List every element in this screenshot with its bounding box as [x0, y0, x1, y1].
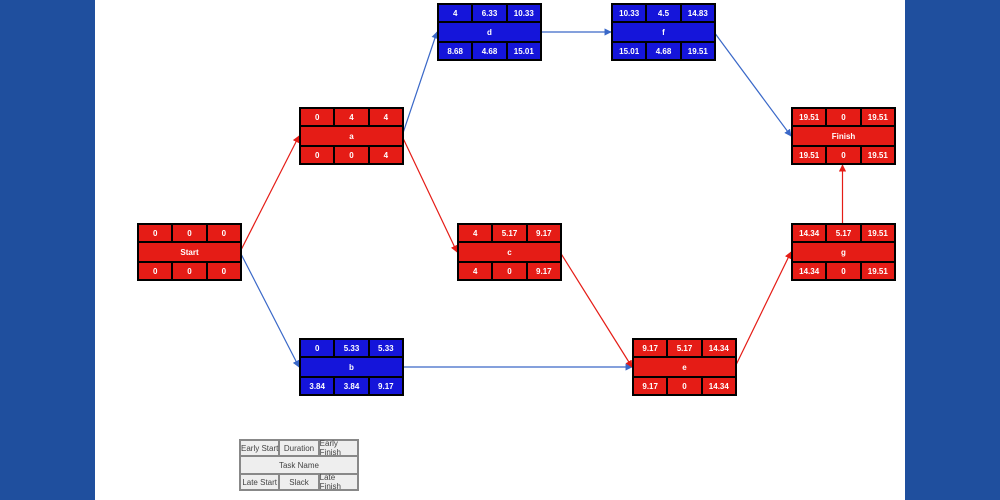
ls: 3.84 [300, 377, 334, 395]
node-b: 05.335.33b3.843.849.17 [299, 338, 404, 396]
lf: 9.17 [369, 377, 403, 395]
dur: 0 [826, 108, 860, 126]
ls: 15.01 [612, 42, 646, 60]
slack: 0 [826, 262, 860, 280]
dur: 6.33 [472, 4, 506, 22]
diagram-canvas: Early Start Duration Early Finish Task N… [0, 0, 1000, 500]
es: 0 [300, 339, 334, 357]
lf: 0 [207, 262, 241, 280]
ef: 19.51 [861, 108, 895, 126]
task-name: a [300, 126, 403, 146]
node-finish: 19.51019.51Finish19.51019.51 [791, 107, 896, 165]
slack: 0 [172, 262, 206, 280]
ls: 8.68 [438, 42, 472, 60]
ls: 9.17 [633, 377, 667, 395]
es: 10.33 [612, 4, 646, 22]
edge-a-d [402, 32, 437, 136]
es: 4 [458, 224, 492, 242]
dur: 4 [334, 108, 368, 126]
lf: 14.34 [702, 377, 736, 395]
ls: 0 [300, 146, 334, 164]
ef: 14.34 [702, 339, 736, 357]
edge-c-e [560, 252, 632, 367]
dur: 5.17 [667, 339, 701, 357]
task-name: e [633, 357, 736, 377]
lf: 19.51 [861, 146, 895, 164]
slack: 0 [667, 377, 701, 395]
task-name: Finish [792, 126, 895, 146]
legend-ls: Late Start [240, 474, 279, 490]
node-start: 000Start000 [137, 223, 242, 281]
ls: 19.51 [792, 146, 826, 164]
ef: 4 [369, 108, 403, 126]
lf: 9.17 [527, 262, 561, 280]
legend-lf: Late Finish [319, 474, 358, 490]
task-name: g [792, 242, 895, 262]
es: 4 [438, 4, 472, 22]
dur: 5.33 [334, 339, 368, 357]
node-e: 9.175.1714.34e9.17014.34 [632, 338, 737, 396]
dur: 5.17 [826, 224, 860, 242]
edge-start-a [240, 136, 299, 252]
edge-e-g [735, 252, 791, 367]
lf: 19.51 [861, 262, 895, 280]
ls: 14.34 [792, 262, 826, 280]
es: 14.34 [792, 224, 826, 242]
edge-a-c [402, 136, 457, 252]
dur: 4.5 [646, 4, 680, 22]
task-name: b [300, 357, 403, 377]
task-name: Start [138, 242, 241, 262]
es: 0 [138, 224, 172, 242]
node-c: 45.179.17c409.17 [457, 223, 562, 281]
ef: 10.33 [507, 4, 541, 22]
task-name: d [438, 22, 541, 42]
dur: 5.17 [492, 224, 526, 242]
edge-start-b [240, 252, 299, 367]
lf: 19.51 [681, 42, 715, 60]
legend-ef: Early Finish [319, 440, 358, 456]
node-f: 10.334.514.83f15.014.6819.51 [611, 3, 716, 61]
edge-f-finish [714, 32, 791, 136]
legend-dur: Duration [279, 440, 318, 456]
right-margin [905, 0, 1000, 500]
slack: 4.68 [472, 42, 506, 60]
ef: 5.33 [369, 339, 403, 357]
legend-name: Task Name [240, 456, 358, 474]
slack: 3.84 [334, 377, 368, 395]
es: 9.17 [633, 339, 667, 357]
slack: 0 [334, 146, 368, 164]
legend: Early Start Duration Early Finish Task N… [239, 439, 359, 491]
left-margin [0, 0, 95, 500]
legend-es: Early Start [240, 440, 279, 456]
lf: 4 [369, 146, 403, 164]
task-name: f [612, 22, 715, 42]
node-a: 044a004 [299, 107, 404, 165]
slack: 0 [492, 262, 526, 280]
ls: 0 [138, 262, 172, 280]
node-d: 46.3310.33d8.684.6815.01 [437, 3, 542, 61]
ef: 9.17 [527, 224, 561, 242]
node-g: 14.345.1719.51g14.34019.51 [791, 223, 896, 281]
slack: 4.68 [646, 42, 680, 60]
es: 19.51 [792, 108, 826, 126]
ef: 14.83 [681, 4, 715, 22]
legend-slack: Slack [279, 474, 318, 490]
slack: 0 [826, 146, 860, 164]
task-name: c [458, 242, 561, 262]
ef: 19.51 [861, 224, 895, 242]
es: 0 [300, 108, 334, 126]
lf: 15.01 [507, 42, 541, 60]
dur: 0 [172, 224, 206, 242]
ef: 0 [207, 224, 241, 242]
ls: 4 [458, 262, 492, 280]
